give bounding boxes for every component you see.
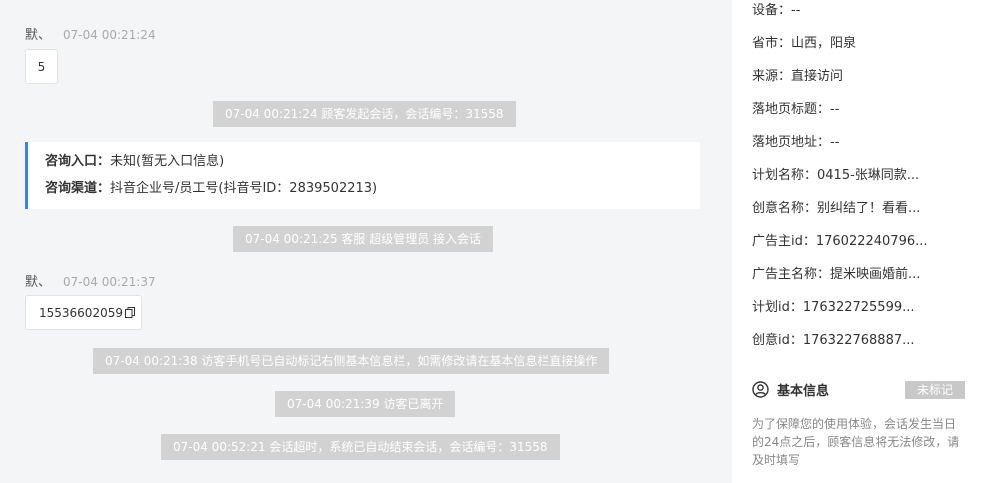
copy-icon[interactable] [124,307,135,318]
info-row-region: 省市：山西，阳泉 [752,36,857,51]
channel-row: 咨询渠道：抖音企业号/员工号(抖音号ID：2839502213) [45,179,700,206]
channel-value: 抖音企业号/员工号(抖音号ID：2839502213) [110,181,378,196]
message-bubble: 5 [25,49,58,84]
message-time: 07-04 00:21:24 [63,28,156,42]
sender-name: 默、 [25,28,52,43]
info-row-creative-id: 创意id：176322768887... [752,333,915,348]
message-header: 默、 07-04 00:21:37 [25,271,156,290]
info-row-landing-url: 落地页地址：-- [752,135,840,150]
sender-name: 默、 [25,275,52,290]
system-message: 07-04 00:21:38 访客手机号已自动标记右侧基本信息栏，如需修改请在基… [93,348,610,374]
system-message: 07-04 00:21:39 访客已离开 [275,391,456,417]
system-message: 07-04 00:21:24 顾客发起会话，会话编号：31558 [213,101,516,127]
basic-info-header: 基本信息 [752,380,829,399]
info-row-device: 设备：-- [752,3,801,18]
mark-status-tag[interactable]: 未标记 [905,381,965,399]
edit-notice: 为了保障您的使用体验，会话发生当日的24点之后，顾客信息将无法修改，请及时填写 [752,417,960,467]
info-row-creative-name: 创意名称：别纠结了！看看... [752,201,921,216]
message-bubble: 15536602059 [25,295,142,330]
message-time: 07-04 00:21:37 [63,275,156,289]
info-row-source: 来源：直接访问 [752,69,844,84]
message-header: 默、 07-04 00:21:24 [25,24,156,43]
info-row-landing-title: 落地页标题：-- [752,102,840,117]
system-message: 07-04 00:21:25 客服 超级管理员 接入会话 [233,226,494,252]
entry-info-card: 咨询入口：未知(暂无入口信息) 咨询渠道：抖音企业号/员工号(抖音号ID：283… [25,142,700,209]
channel-label: 咨询渠道： [45,181,111,196]
user-circle-icon [752,381,769,398]
chat-panel: 默、 07-04 00:21:24 5 07-04 00:21:24 顾客发起会话… [0,0,732,483]
info-row-plan-id: 计划id：176322725599... [752,300,915,315]
system-message: 07-04 00:52:21 会话超时，系统已自动结束会话，会话编号：31558 [161,434,560,460]
info-row-advertiser-id: 广告主id：176022240796... [752,234,928,249]
basic-info-title: 基本信息 [777,384,830,399]
message-text: 15536602059 [39,305,123,320]
entry-value: 未知(暂无入口信息) [110,154,225,169]
message-text: 5 [37,59,46,74]
info-row-plan-name: 计划名称：0415-张琳同款... [752,168,920,183]
visitor-info-sidebar: 设备：-- 省市：山西，阳泉 来源：直接访问 落地页标题：-- 落地页地址：--… [732,0,982,483]
entry-row: 咨询入口：未知(暂无入口信息) [45,152,700,179]
info-row-advertiser-name: 广告主名称：提米映画婚前... [752,267,921,282]
entry-label: 咨询入口： [45,154,111,169]
